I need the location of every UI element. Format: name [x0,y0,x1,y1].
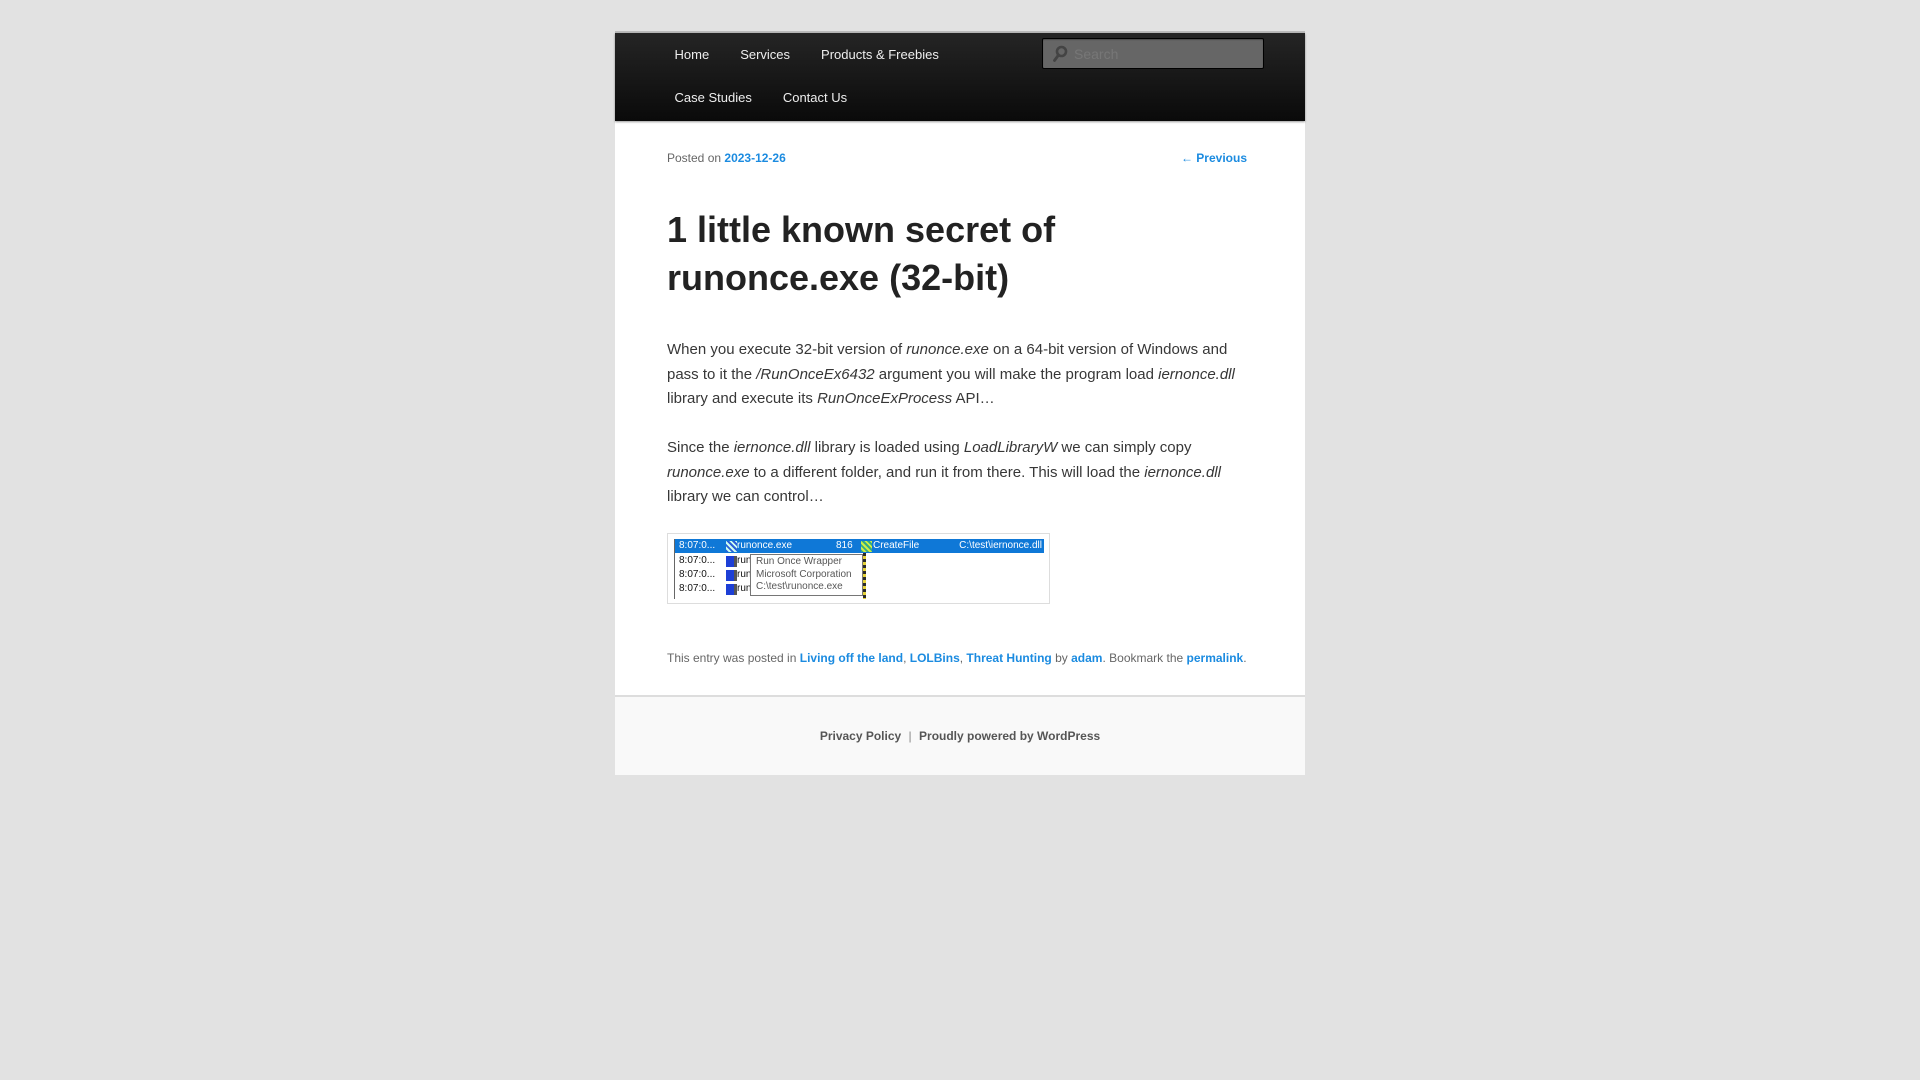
procmon-screenshot-content: 8:07:0... runonce.exe 816 CreateFile C:\… [674,539,1044,599]
nav-item-services[interactable]: Services [725,33,806,76]
bookmark-label: . Bookmark the [1102,651,1184,665]
nav-item-contact-us[interactable]: Contact Us [767,76,862,119]
tooltip-line: Microsoft Corporation [756,568,852,580]
file-operation-icon [861,541,872,552]
screenshot-pid: 816 [836,540,853,551]
process-icon [726,541,737,552]
search-form [1042,38,1264,69]
tooltip-line: C:\test\runonce.exe [756,581,843,592]
text-segment: library we can control… [667,488,824,505]
post-date-link[interactable]: 2023-12-26 [724,151,785,165]
screenshot-time: 8:07:0... [679,569,716,580]
text-segment: When you execute 32-bit version of [667,341,907,358]
posted-on-label: Posted on [667,151,722,165]
page-container: Home Services Products & Freebies Case S… [615,31,1305,775]
main-navigation: Home Services Products & Freebies Case S… [615,33,1305,121]
tooltip-line: Run Once Wrapper [756,556,842,567]
text-segment: Since the [667,439,734,456]
category-link-lolbins[interactable]: LOLBins [910,651,960,665]
text-segment: to a different folder, and run it from t… [749,463,1145,481]
process-icon [726,584,737,595]
emphasized-term: /RunOnceEx6432 [756,365,875,383]
screenshot-path: C:\test\iernonce.dll [959,540,1042,551]
privacy-policy-link[interactable]: Privacy Policy [820,729,901,743]
post-content: When you execute 32-bit version of runon… [667,338,1257,534]
author-link[interactable]: adam [1071,651,1102,665]
screenshot-time: 8:07:0... [679,540,716,551]
entry-meta: Posted on 2023-12-26 [667,151,786,165]
site-generator: Privacy Policy | Proudly powered by Word… [615,729,1305,743]
nav-item-products-freebies[interactable]: Products & Freebies [806,33,955,76]
previous-post-link[interactable]: ← Previous [1181,151,1247,165]
search-icon[interactable] [1049,43,1071,65]
emphasized-term: iernonce.dll [1158,365,1235,383]
main-content: Posted on 2023-12-26 ← Previous 1 little… [615,121,1305,695]
powered-by-wordpress-link[interactable]: Proudly powered by WordPress [919,729,1100,743]
search-input[interactable] [1071,45,1256,62]
site-header: Home Services Products & Freebies Case S… [615,31,1305,121]
footer-end: . [1243,651,1247,665]
text-segment: API… [952,390,995,407]
site-footer: Privacy Policy | Proudly powered by Word… [615,695,1305,775]
paragraph: When you execute 32-bit version of runon… [667,338,1257,412]
emphasized-term: iernonce.dll [1144,463,1221,481]
nav-item-case-studies[interactable]: Case Studies [659,76,767,119]
emphasized-term: runonce.exe [667,463,750,481]
screenshot-time: 8:07:0... [679,583,716,594]
process-icon [726,570,737,581]
post-title: 1 little known secret of runonce.exe (32… [667,209,1056,298]
category-link-living-off-the-land[interactable]: Living off the land [800,651,903,665]
procmon-screenshot[interactable]: 8:07:0... runonce.exe 816 CreateFile C:\… [667,533,1050,604]
category-link-threat-hunting[interactable]: Threat Hunting [966,651,1051,665]
emphasized-term: iernonce.dll [733,439,811,456]
nav-item-home[interactable]: Home [659,33,725,76]
permalink-link[interactable]: permalink [1187,651,1244,665]
text-segment: library and execute its [667,390,818,407]
paragraph: Since the iernonce.dll library is loaded… [667,436,1257,510]
screenshot-row: 8:07:0... runonce.exe 816 CreateFile C:\… [675,539,1044,553]
screenshot-operation: CreateFile [873,540,920,551]
nav-row-1: Home Services Products & Freebies [659,33,954,76]
emphasized-term: runonce.exe [906,341,989,358]
by-label: by [1055,651,1068,665]
process-icon [726,556,737,567]
column-strip [863,553,866,599]
text-segment: we can simply copy [1057,439,1192,456]
text-segment: argument you will make the program load [874,365,1159,383]
text-segment: library is loaded using [810,439,964,456]
entry-footer-meta: This entry was posted in Living off the … [667,651,1247,665]
emphasized-term: LoadLibraryW [963,439,1058,456]
screenshot-time: 8:07:0... [679,555,716,566]
process-tooltip: Run Once Wrapper Microsoft Corporation C… [750,554,863,596]
screenshot-process: runonce.exe [737,540,793,551]
nav-previous: ← Previous [1181,151,1247,165]
emphasized-term: RunOnceExProcess [817,390,953,407]
posted-in-label: This entry was posted in [667,651,797,665]
footer-separator: | [908,729,912,743]
nav-row-2: Case Studies Contact Us [659,76,863,119]
